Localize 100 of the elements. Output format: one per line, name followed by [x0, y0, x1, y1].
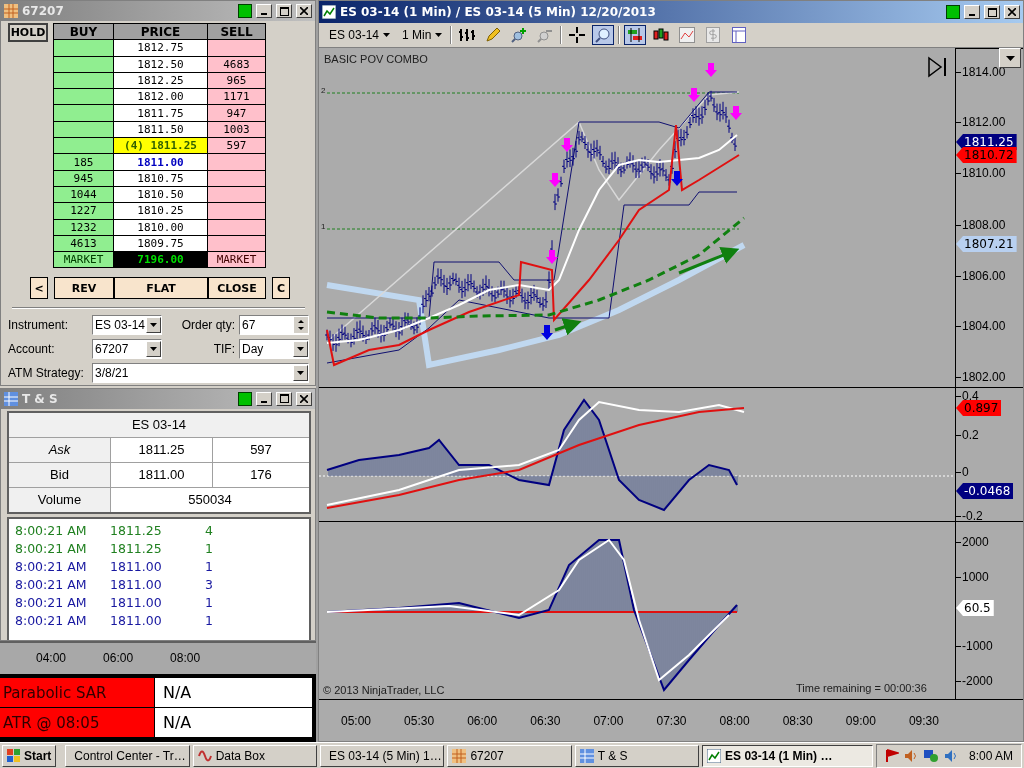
- link-icon[interactable]: [238, 391, 252, 406]
- search-icon: [595, 27, 612, 43]
- buy-cell[interactable]: 1227: [54, 203, 113, 219]
- time-axis-label: 04:00: [36, 650, 67, 668]
- buy-cell[interactable]: 945: [54, 170, 113, 186]
- window-title: 67207: [22, 4, 65, 18]
- trade-size: 4: [205, 523, 214, 539]
- taskbar-item[interactable]: T & S: [574, 744, 700, 767]
- price-cell: 1811.00: [114, 154, 207, 170]
- caret-icon: [435, 33, 443, 37]
- sell-cell[interactable]: 947: [208, 105, 265, 121]
- value-flag: -0.0468: [956, 483, 1014, 499]
- flat-button[interactable]: FLAT: [114, 277, 208, 300]
- maximize-button[interactable]: [276, 391, 292, 406]
- sell-cell[interactable]: 597: [208, 138, 265, 154]
- indicator-value: N/A: [155, 678, 312, 708]
- link-icon[interactable]: [946, 5, 960, 19]
- sell-cell[interactable]: 965: [208, 72, 265, 89]
- instrument-dropdown[interactable]: ES 03-14: [325, 28, 395, 42]
- interval-dropdown[interactable]: 1 Min: [398, 28, 447, 42]
- minimize-button[interactable]: [256, 391, 272, 406]
- buy-cell[interactable]: [54, 89, 113, 105]
- trade-size: 1: [205, 559, 214, 575]
- taskbar-item[interactable]: ES 03-14 (5 Min) 1…: [320, 744, 445, 767]
- grid-icon: [452, 748, 467, 763]
- trade-time: 8:00:21 AM: [15, 541, 88, 557]
- select-field[interactable]: 3/8/21: [92, 363, 309, 384]
- chart-icon: [707, 748, 722, 763]
- field-label: Instrument:: [8, 318, 70, 333]
- market-sell-button[interactable]: MARKET: [208, 252, 265, 268]
- zoom-out-icon: [537, 27, 554, 43]
- network-icon[interactable]: [922, 748, 939, 763]
- select-field[interactable]: 67207: [92, 339, 162, 360]
- trade-time: 8:00:21 AM: [15, 595, 88, 611]
- candlestick-icon: [653, 27, 670, 43]
- axis-label: 0.2: [956, 428, 979, 442]
- toolbar-button[interactable]: [592, 25, 615, 45]
- price-cell: 1810.50: [114, 186, 207, 203]
- buy-cell[interactable]: 4613: [54, 235, 113, 252]
- sell-cell[interactable]: [208, 170, 265, 186]
- trade-time: 8:00:21 AM: [15, 613, 88, 629]
- taskbar-item[interactable]: Control Center - Tr…: [65, 744, 190, 767]
- sell-cell[interactable]: [208, 219, 265, 235]
- skip-to-end-icon[interactable]: [927, 56, 949, 78]
- buy-cell[interactable]: [54, 56, 113, 72]
- sell-cell[interactable]: 1003: [208, 121, 265, 138]
- sell-cell[interactable]: [208, 154, 265, 170]
- start-button[interactable]: Start: [2, 744, 57, 767]
- close-button[interactable]: [296, 4, 312, 18]
- dropdown-button[interactable]: [999, 48, 1021, 68]
- toolbar-button[interactable]: [624, 25, 647, 45]
- strategy-icon: [627, 27, 644, 43]
- sell-cell[interactable]: [208, 40, 265, 56]
- buy-cell[interactable]: [54, 40, 113, 56]
- buy-cell[interactable]: 1232: [54, 219, 113, 235]
- flag-icon[interactable]: [884, 748, 899, 763]
- price-cell: 1810.25: [114, 203, 207, 219]
- buy-cell[interactable]: 185: [54, 154, 113, 170]
- buy-cell[interactable]: [54, 121, 113, 138]
- maximize-button[interactable]: [276, 4, 292, 18]
- pencil-icon: [485, 27, 502, 43]
- link-icon[interactable]: [238, 4, 252, 18]
- maximize-icon: [279, 6, 289, 16]
- buy-cell[interactable]: [54, 72, 113, 89]
- volume-value: 550034: [111, 487, 309, 512]
- buy-cell[interactable]: [54, 138, 113, 154]
- close-button[interactable]: [1004, 5, 1020, 19]
- hold-button[interactable]: HOLD: [8, 23, 48, 42]
- minimize-button[interactable]: [964, 5, 980, 19]
- cancel-button[interactable]: C: [272, 277, 290, 300]
- buy-cell[interactable]: [54, 105, 113, 121]
- sell-cell[interactable]: [208, 186, 265, 203]
- speaker-icon[interactable]: [903, 748, 918, 763]
- sell-cell[interactable]: [208, 203, 265, 219]
- level-label: 2: [321, 86, 326, 95]
- price-cell: 1811.75: [114, 105, 207, 121]
- taskbar-item[interactable]: 67207: [447, 744, 572, 767]
- sell-cell[interactable]: [208, 235, 265, 252]
- close-position-button[interactable]: CLOSE: [208, 277, 266, 300]
- market-buy-button[interactable]: MARKET: [54, 252, 113, 268]
- minimize-button[interactable]: [256, 4, 272, 18]
- taskbar-item[interactable]: Data Box: [192, 744, 318, 767]
- column-header: BUY: [54, 24, 113, 40]
- zoom-in-icon: [511, 27, 528, 43]
- select-field[interactable]: Day: [239, 339, 309, 360]
- select-field[interactable]: ES 03-14: [92, 315, 162, 336]
- spinner-icon[interactable]: [294, 317, 308, 334]
- rev-button[interactable]: REV: [54, 277, 114, 300]
- clock: 8:00 AM: [968, 748, 1013, 763]
- maximize-button[interactable]: [984, 5, 1000, 19]
- left-button[interactable]: <: [30, 277, 48, 300]
- buy-cell[interactable]: 1044: [54, 186, 113, 203]
- trade-time: 8:00:21 AM: [15, 523, 88, 539]
- sell-cell[interactable]: 4683: [208, 56, 265, 72]
- sell-cell[interactable]: 1171: [208, 89, 265, 105]
- trade-size: 3: [205, 577, 214, 593]
- volume-icon[interactable]: [943, 748, 958, 763]
- taskbar-item[interactable]: ES 03-14 (1 Min) …: [702, 744, 873, 767]
- close-button[interactable]: [296, 391, 312, 406]
- quantity-field[interactable]: 67: [239, 315, 309, 336]
